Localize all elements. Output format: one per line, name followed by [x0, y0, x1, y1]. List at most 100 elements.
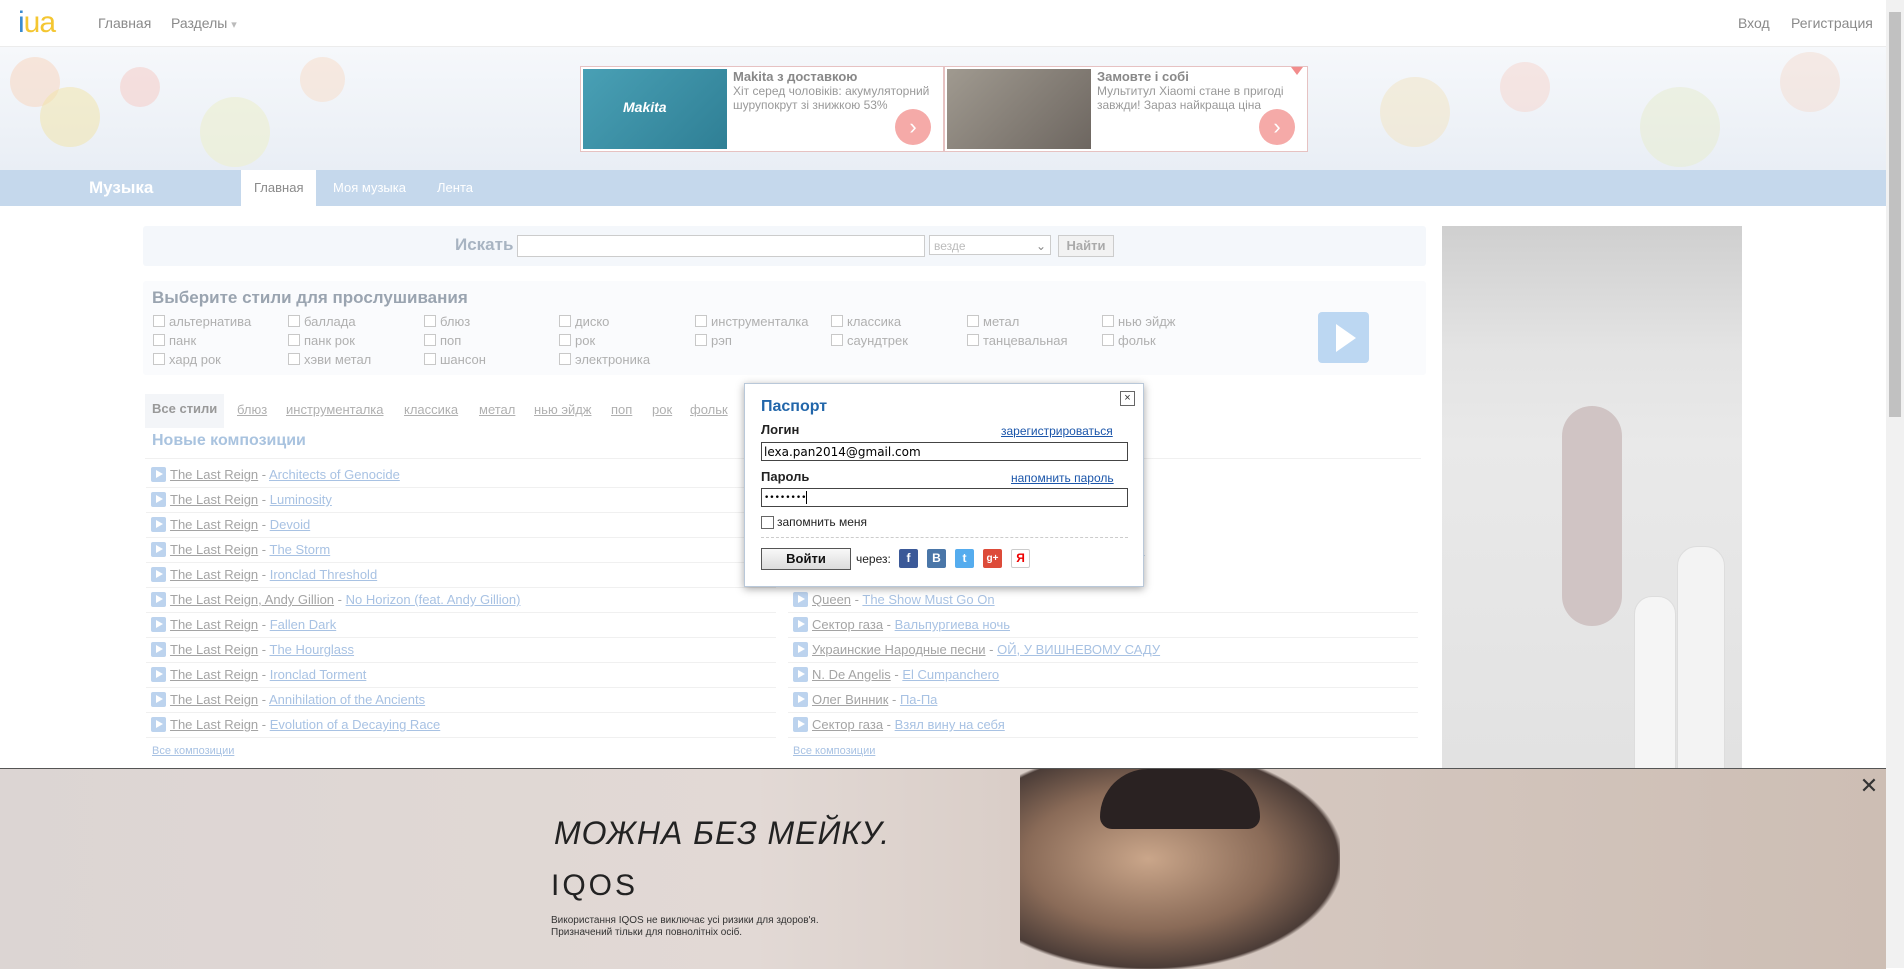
style-checkbox[interactable]: [967, 334, 979, 346]
style-option[interactable]: баллада: [288, 314, 356, 329]
play-icon[interactable]: [151, 692, 166, 707]
track-title-link[interactable]: Взял вину на себя: [895, 717, 1005, 732]
artist-link[interactable]: The Last Reign: [170, 717, 258, 732]
artist-link[interactable]: The Last Reign, Andy Gillion: [170, 592, 334, 607]
site-logo[interactable]: iua: [18, 6, 56, 40]
style-option[interactable]: электроника: [559, 352, 650, 367]
style-option[interactable]: инструменталка: [695, 314, 809, 329]
style-checkbox[interactable]: [559, 315, 571, 327]
track-title-link[interactable]: The Show Must Go On: [862, 592, 994, 607]
style-checkbox[interactable]: [967, 315, 979, 327]
track-title-link[interactable]: Annihilation of the Ancients: [269, 692, 425, 707]
yandex-icon[interactable]: Я: [1011, 549, 1030, 568]
style-checkbox[interactable]: [831, 334, 843, 346]
style-option[interactable]: саундтрек: [831, 333, 908, 348]
style-option[interactable]: хэви метал: [288, 352, 371, 367]
track-title-link[interactable]: Devoid: [270, 517, 310, 532]
play-icon[interactable]: [151, 567, 166, 582]
tab-feed[interactable]: Лента: [424, 170, 486, 206]
style-checkbox[interactable]: [559, 353, 571, 365]
play-icon[interactable]: [151, 542, 166, 557]
filter-tab-blues[interactable]: блюз: [237, 402, 267, 417]
style-option[interactable]: альтернатива: [153, 314, 251, 329]
filter-tab-metal[interactable]: метал: [479, 402, 515, 417]
style-checkbox[interactable]: [424, 334, 436, 346]
artist-link[interactable]: N. De Angelis: [812, 667, 891, 682]
play-icon[interactable]: [151, 617, 166, 632]
track-title-link[interactable]: No Horizon (feat. Andy Gillion): [346, 592, 521, 607]
remind-password-link[interactable]: напомнить пароль: [1011, 471, 1114, 485]
play-icon[interactable]: [151, 667, 166, 682]
track-title-link[interactable]: Fallen Dark: [270, 617, 336, 632]
play-icon[interactable]: [793, 592, 808, 607]
artist-link[interactable]: Сектор газа: [812, 617, 883, 632]
style-checkbox[interactable]: [153, 315, 165, 327]
style-option[interactable]: рэп: [695, 333, 732, 348]
style-option[interactable]: метал: [967, 314, 1019, 329]
style-checkbox[interactable]: [831, 315, 843, 327]
track-title-link[interactable]: Luminosity: [270, 492, 332, 507]
track-title-link[interactable]: The Storm: [270, 542, 331, 557]
bottom-ad-banner[interactable]: МОЖНА БЕЗ МЕЙКУ. IQOS Використання IQOS …: [0, 768, 1886, 969]
close-icon[interactable]: ×: [1120, 391, 1135, 406]
twitter-icon[interactable]: t: [955, 549, 974, 568]
artist-link[interactable]: Украинские Народные песни: [812, 642, 986, 657]
style-option[interactable]: танцевальная: [967, 333, 1068, 348]
play-icon[interactable]: [151, 717, 166, 732]
artist-link[interactable]: Олег Винник: [812, 692, 888, 707]
all-tracks-link-left[interactable]: Все композиции: [152, 745, 234, 757]
style-option[interactable]: хард рок: [153, 352, 221, 367]
all-tracks-link-right[interactable]: Все композиции: [793, 745, 875, 757]
artist-link[interactable]: The Last Reign: [170, 692, 258, 707]
track-title-link[interactable]: Ironclad Threshold: [270, 567, 377, 582]
arrow-right-icon[interactable]: ›: [1259, 109, 1295, 145]
track-title-link[interactable]: Ironclad Torment: [270, 667, 367, 682]
play-icon[interactable]: [151, 492, 166, 507]
filter-tab-classic[interactable]: классика: [404, 402, 458, 417]
play-icon[interactable]: [793, 642, 808, 657]
nav-home-link[interactable]: Главная: [98, 15, 151, 31]
play-icon[interactable]: [151, 467, 166, 482]
tab-my-music[interactable]: Моя музыка: [320, 170, 419, 206]
style-checkbox[interactable]: [153, 353, 165, 365]
vkontakte-icon[interactable]: B: [927, 549, 946, 568]
play-styles-button[interactable]: [1318, 312, 1369, 363]
style-checkbox[interactable]: [1102, 334, 1114, 346]
play-icon[interactable]: [151, 592, 166, 607]
facebook-icon[interactable]: f: [899, 549, 918, 568]
style-option[interactable]: поп: [424, 333, 461, 348]
style-checkbox[interactable]: [288, 334, 300, 346]
search-input[interactable]: [517, 235, 925, 257]
arrow-right-icon[interactable]: ›: [895, 109, 931, 145]
remember-me-checkbox[interactable]: [761, 516, 774, 529]
style-option[interactable]: шансон: [424, 352, 486, 367]
login-link[interactable]: Вход: [1738, 15, 1770, 31]
filter-tab-pop[interactable]: поп: [611, 402, 632, 417]
filter-tab-new-age[interactable]: нью эйдж: [534, 402, 592, 417]
filter-tab-rock[interactable]: рок: [652, 402, 672, 417]
style-option[interactable]: классика: [831, 314, 901, 329]
track-title-link[interactable]: ОЙ, У ВИШНЕВОМУ САДУ: [997, 642, 1160, 657]
style-checkbox[interactable]: [424, 315, 436, 327]
artist-link[interactable]: The Last Reign: [170, 517, 258, 532]
right-side-ad[interactable]: [1442, 226, 1742, 770]
play-icon[interactable]: [793, 717, 808, 732]
artist-link[interactable]: The Last Reign: [170, 617, 258, 632]
track-title-link[interactable]: Architects of Genocide: [269, 467, 400, 482]
artist-link[interactable]: The Last Reign: [170, 642, 258, 657]
section-title[interactable]: Музыка: [89, 178, 153, 198]
style-option[interactable]: блюз: [424, 314, 470, 329]
artist-link[interactable]: The Last Reign: [170, 542, 258, 557]
search-button[interactable]: Найти: [1058, 235, 1114, 257]
track-title-link[interactable]: Вальпургиева ночь: [895, 617, 1010, 632]
style-checkbox[interactable]: [695, 315, 707, 327]
google-plus-icon[interactable]: g+: [983, 549, 1002, 568]
artist-link[interactable]: The Last Reign: [170, 467, 258, 482]
ad-card-makita[interactable]: Makita Makita з доставкою Хіт серед чоло…: [580, 66, 944, 152]
play-icon[interactable]: [793, 617, 808, 632]
play-icon[interactable]: [151, 642, 166, 657]
nav-sections-link[interactable]: Разделы ▾: [171, 15, 237, 31]
style-option[interactable]: панк рок: [288, 333, 355, 348]
artist-link[interactable]: The Last Reign: [170, 567, 258, 582]
track-title-link[interactable]: The Hourglass: [270, 642, 355, 657]
